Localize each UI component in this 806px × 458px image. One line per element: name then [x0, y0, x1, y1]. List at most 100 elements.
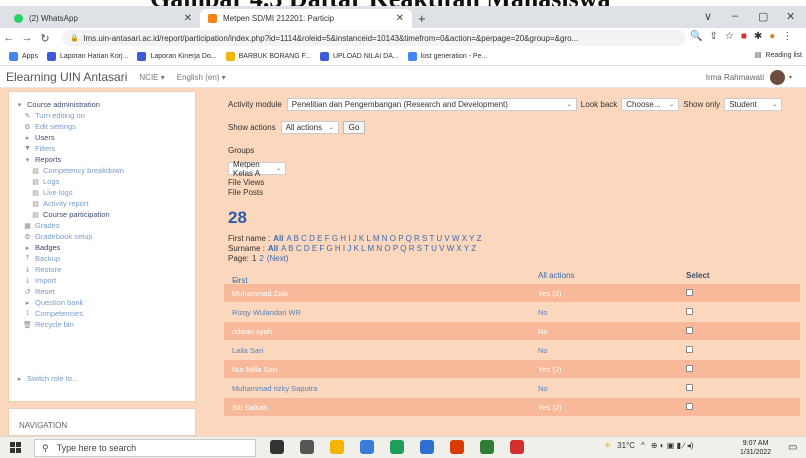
cortana-icon[interactable]	[270, 440, 284, 454]
puzzle-icon[interactable]: ✱	[754, 31, 762, 42]
minimize-button[interactable]: –	[732, 10, 738, 22]
file-explorer-icon[interactable]	[330, 440, 344, 454]
sidebar-item[interactable]: ▾ Course administration	[15, 100, 100, 109]
bookmark-item[interactable]: Laporan Harian Korj...	[46, 52, 128, 61]
sidebar-item[interactable]: ⤒ Backup	[23, 254, 60, 263]
tab-search-icon[interactable]: ∨	[704, 10, 712, 23]
select-checkbox[interactable]	[686, 289, 693, 296]
next-page-link[interactable]: (Next)	[267, 254, 289, 263]
sidebar-item[interactable]: ▤ Logs	[31, 177, 59, 186]
sidebar-item[interactable]: ↺ Reset	[23, 287, 55, 296]
firstname-all-link[interactable]: All	[273, 234, 283, 243]
participant-name-link[interactable]: ridwan syah	[232, 327, 272, 336]
sidebar-item[interactable]: ▤ Competency breakdown	[31, 166, 124, 175]
chrome-icon[interactable]	[390, 440, 404, 454]
firstname-letters[interactable]: A B C D E F G H I J K L M N O P Q R S T …	[286, 234, 481, 243]
sidebar-item[interactable]: ⚙ Edit settings	[23, 122, 76, 131]
bookmark-item[interactable]: Laporan Kinerja Do...	[137, 52, 217, 61]
new-tab-button[interactable]: +	[418, 11, 426, 26]
windows-start-icon[interactable]	[10, 442, 21, 453]
select-checkbox[interactable]	[686, 384, 693, 391]
look-back-select[interactable]: Choose... ⌄	[621, 98, 680, 111]
task-view-icon[interactable]	[300, 440, 314, 454]
surname-label: Surname :	[228, 244, 265, 253]
back-icon[interactable]: ←	[0, 32, 18, 44]
star-icon[interactable]: ☆	[725, 31, 734, 42]
go-button[interactable]: Go	[342, 121, 366, 134]
tab-moodle[interactable]: Metpen SD/MI 212201: Particip ✕	[200, 9, 412, 28]
close-window-button[interactable]: ✕	[786, 10, 795, 23]
share-icon[interactable]: ⇪	[709, 31, 717, 42]
sidebar-item[interactable]: ⤓ Import	[23, 276, 56, 285]
sidebar-item-label: Course participation	[43, 210, 110, 219]
app-green-icon[interactable]	[480, 440, 494, 454]
show-only-select[interactable]: Student ⌄	[724, 98, 783, 111]
url-field[interactable]: 🔒 lms.uin-antasari.ac.id/report/particip…	[62, 30, 686, 46]
sidebar-item[interactable]: ⤓ Restore	[23, 265, 61, 274]
ncie-menu[interactable]: NCIE ▾	[139, 73, 164, 82]
profile-icon[interactable]: ●	[769, 31, 775, 42]
tray-chevron-icon[interactable]: ^	[641, 441, 645, 450]
surname-all-link[interactable]: All	[268, 244, 278, 253]
bookmark-item[interactable]: BARBUK BORANG F...	[225, 52, 311, 61]
taskbar-search-input[interactable]: ⚲ Type here to search	[34, 439, 256, 457]
sidebar-item[interactable]: ▤ Course participation	[31, 210, 110, 219]
tab-whatsapp[interactable]: (2) WhatsApp ✕	[6, 9, 200, 28]
sidebar-item[interactable]: ▸ Question bank	[23, 298, 84, 307]
edge-icon[interactable]	[420, 440, 434, 454]
sidebar-item[interactable]: ▤ Activity report	[31, 199, 88, 208]
show-actions-select[interactable]: All actions ⌄	[280, 121, 339, 134]
groups-row: Metpen Kelas A ⌄	[228, 160, 286, 178]
switch-role-link[interactable]: ▸ Switch role to...	[15, 374, 79, 383]
select-checkbox[interactable]	[686, 365, 693, 372]
activity-module-select[interactable]: Penelitian dan Pengembangan (Research an…	[286, 98, 577, 111]
sidebar-item[interactable]: ⟟ Competencies	[23, 309, 83, 318]
user-menu[interactable]: Irma Rahmawati ▾	[706, 70, 792, 85]
weather-text: 31°C	[617, 441, 636, 450]
forward-icon[interactable]: →	[18, 32, 36, 44]
sidebar-item[interactable]: ▸ Badges	[23, 243, 61, 252]
bookmark-item[interactable]: lost generation - Pe...	[407, 52, 487, 61]
sidebar-item[interactable]: 🗑 Recycle bin	[23, 320, 74, 329]
bookmark-apps[interactable]: Apps	[9, 52, 38, 61]
office-icon[interactable]	[450, 440, 464, 454]
select-checkbox[interactable]	[686, 308, 693, 315]
select-checkbox[interactable]	[686, 346, 693, 353]
sidebar-item[interactable]: ✎ Turn editing on	[23, 111, 85, 120]
sidebar-item-label: Backup	[35, 254, 61, 263]
maximize-button[interactable]: ▢	[758, 10, 768, 23]
sidebar-item[interactable]: ▸ Users	[23, 133, 55, 142]
show-only-label: Show only	[683, 100, 721, 109]
select-checkbox[interactable]	[686, 327, 693, 334]
close-icon[interactable]: ✕	[396, 13, 404, 24]
zoom-icon[interactable]: 🔍	[690, 31, 702, 42]
tray-icons[interactable]: ⊕ ◐ ▣ ▮ ∕ ◂)	[651, 441, 694, 450]
sidebar-item[interactable]: ⚙ Gradebook setup	[23, 232, 92, 241]
participant-name-link[interactable]: Nur Milla Sari	[232, 365, 277, 374]
participant-name-link[interactable]: Muhammad rizky Saputra	[232, 384, 317, 393]
sidebar-item[interactable]: ▤ Live logs	[31, 188, 72, 197]
participant-name-link[interactable]: Siti Salsah	[232, 403, 267, 412]
site-brand[interactable]: Elearning UIN Antasari	[6, 70, 127, 84]
participant-name-link[interactable]: Laila Sari	[232, 346, 263, 355]
reading-list-button[interactable]: ▤ Reading list	[755, 51, 802, 60]
notification-icon[interactable]: ▭	[788, 442, 797, 453]
menu-kebab-icon[interactable]: ⋮	[782, 31, 792, 42]
participant-name-link[interactable]: Muhammad Zaki	[232, 289, 288, 298]
extension-red-icon[interactable]: ■	[741, 31, 747, 42]
sidebar-item[interactable]: ▾ Reports	[23, 155, 62, 164]
acrobat-icon[interactable]	[510, 440, 524, 454]
store-icon[interactable]	[360, 440, 374, 454]
close-icon[interactable]: ✕	[184, 13, 192, 24]
select-checkbox[interactable]	[686, 403, 693, 410]
group-select[interactable]: Metpen Kelas A ⌄	[228, 160, 286, 178]
participant-name-link[interactable]: Rizqy Wulandari WR	[232, 308, 301, 317]
language-menu[interactable]: English (en) ▾	[177, 73, 226, 82]
surname-letters[interactable]: A B C D E F G H I J K L M N O P Q R S T …	[281, 244, 476, 253]
page-2-link[interactable]: 2	[259, 254, 263, 263]
reload-icon[interactable]: ↻	[36, 32, 54, 45]
sidebar-item[interactable]: ▼ Filters	[23, 144, 55, 153]
sidebar-item[interactable]: ▦ Grades	[23, 221, 59, 230]
bookmark-item[interactable]: UPLOAD NILAI DA...	[319, 52, 399, 61]
clock[interactable]: 9:07 AM 1/31/2022	[740, 439, 771, 457]
